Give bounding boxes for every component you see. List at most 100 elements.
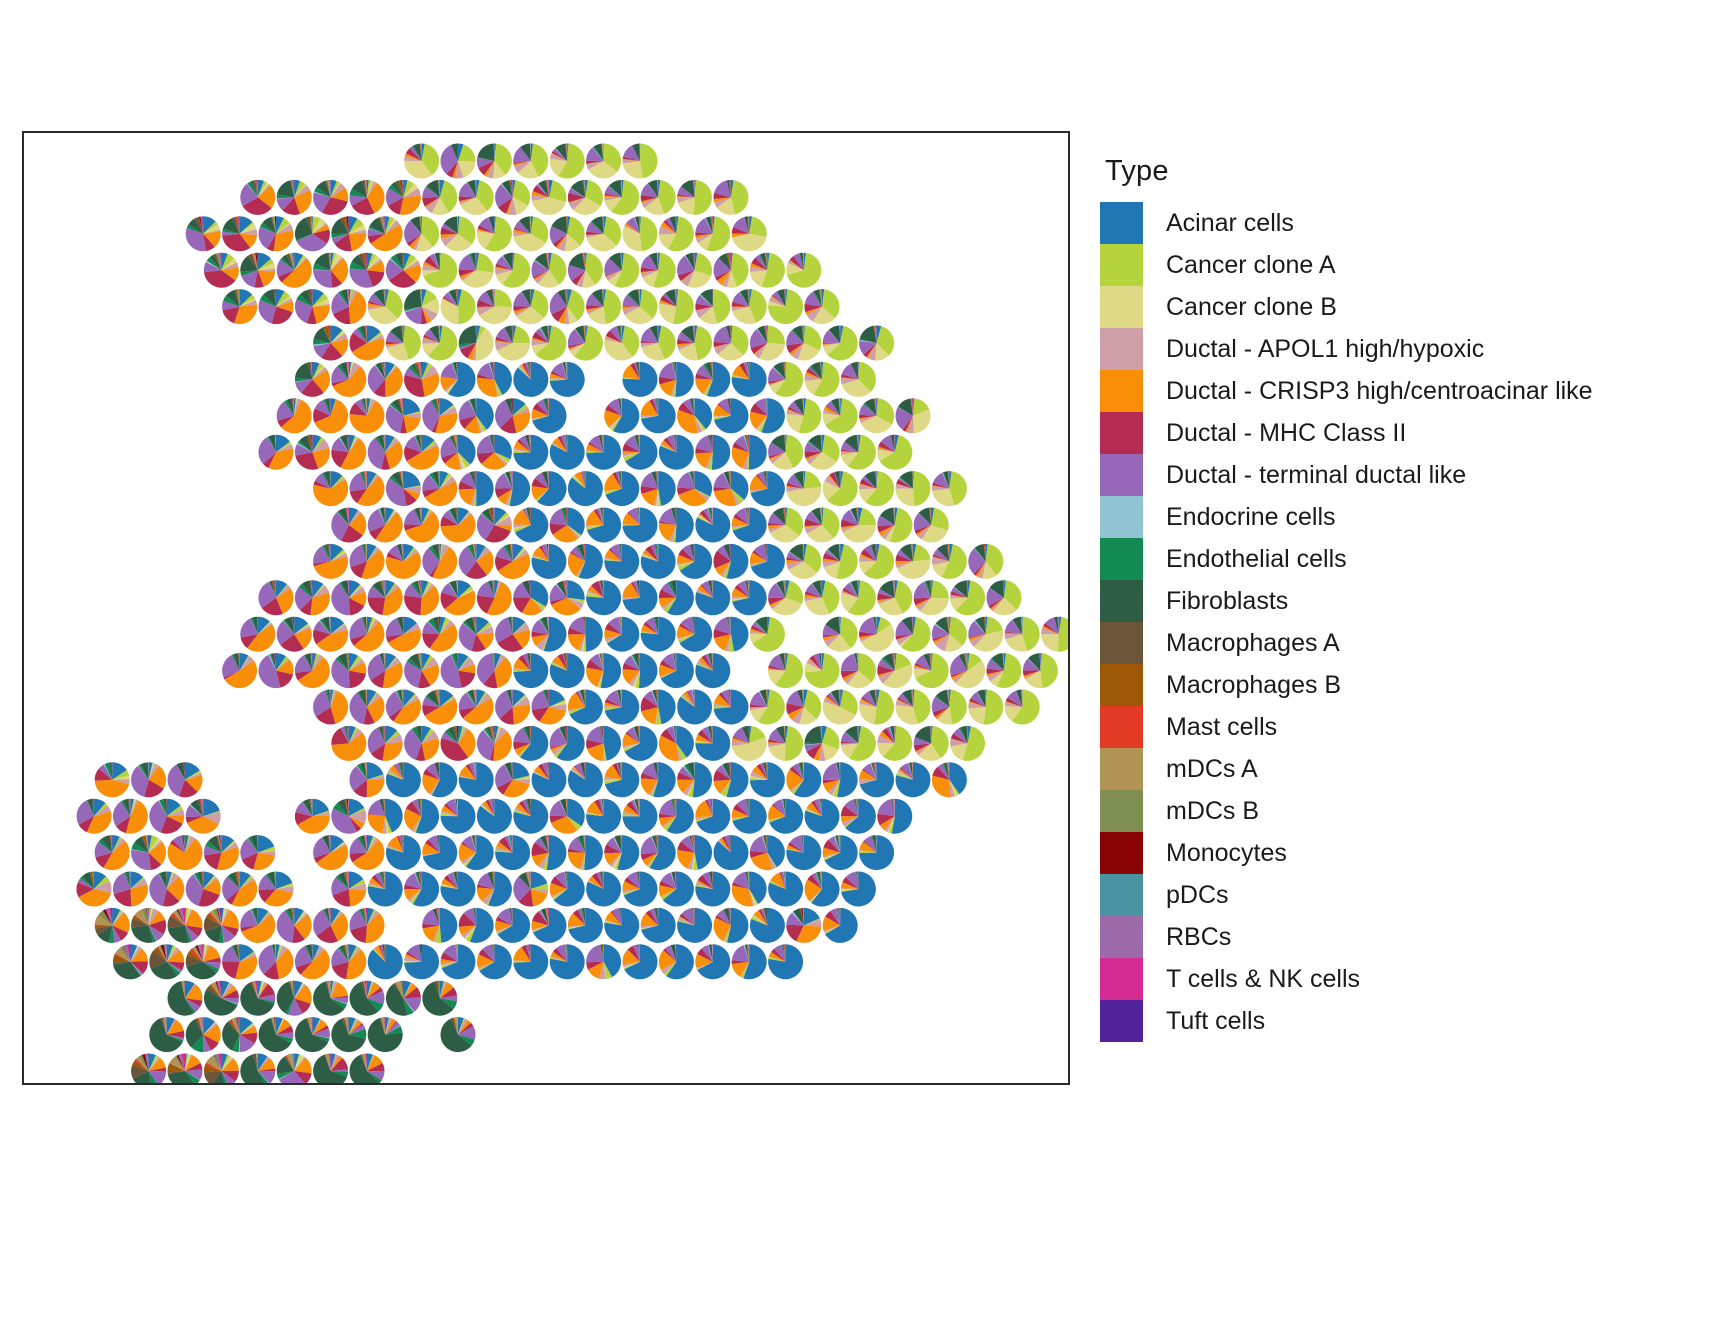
spot-pie[interactable] — [513, 507, 549, 543]
spot-pie[interactable] — [495, 471, 531, 507]
spot-pie[interactable] — [622, 289, 658, 325]
spot-pie[interactable] — [640, 325, 676, 361]
spot-pie[interactable] — [859, 325, 895, 361]
spot-pie[interactable] — [586, 725, 622, 761]
spot-pie[interactable] — [513, 434, 549, 470]
spot-pie[interactable] — [968, 543, 1004, 579]
spot-pie[interactable] — [258, 289, 294, 325]
spot-pie[interactable] — [677, 325, 713, 361]
spot-pie[interactable] — [549, 143, 585, 179]
spot-pie[interactable] — [931, 689, 967, 725]
spot-pie[interactable] — [331, 653, 367, 689]
spot-pie[interactable] — [404, 143, 440, 179]
spot-pie[interactable] — [768, 798, 804, 834]
spot-pie[interactable] — [713, 762, 749, 798]
spot-pie[interactable] — [567, 179, 603, 215]
spot-pie[interactable] — [440, 725, 476, 761]
spot-pie[interactable] — [586, 798, 622, 834]
spot-pie[interactable] — [112, 798, 148, 834]
spot-pie[interactable] — [513, 653, 549, 689]
spot-pie[interactable] — [458, 616, 494, 652]
spot-pie[interactable] — [458, 471, 494, 507]
spot-pie[interactable] — [385, 616, 421, 652]
spot-pie[interactable] — [768, 434, 804, 470]
spot-pie[interactable] — [331, 507, 367, 543]
spot-pie[interactable] — [240, 616, 276, 652]
spot-pie[interactable] — [531, 471, 567, 507]
spot-pie[interactable] — [531, 179, 567, 215]
spot-pie[interactable] — [440, 216, 476, 252]
spot-pie[interactable] — [476, 361, 512, 397]
spot-pie[interactable] — [313, 689, 349, 725]
spot-pie[interactable] — [786, 762, 822, 798]
spot-pie[interactable] — [294, 580, 330, 616]
spot-pie[interactable] — [950, 653, 986, 689]
spot-pie[interactable] — [731, 507, 767, 543]
spot-pie[interactable] — [695, 361, 731, 397]
spot-pie[interactable] — [458, 179, 494, 215]
spot-pie[interactable] — [677, 762, 713, 798]
spot-pie[interactable] — [276, 616, 312, 652]
spot-pie[interactable] — [76, 798, 112, 834]
spot-pie[interactable] — [149, 798, 185, 834]
spot-pie[interactable] — [586, 216, 622, 252]
spot-pie[interactable] — [94, 762, 130, 798]
spot-pie[interactable] — [622, 216, 658, 252]
spot-pie[interactable] — [586, 434, 622, 470]
spot-pie[interactable] — [331, 580, 367, 616]
spot-pie[interactable] — [695, 289, 731, 325]
spot-pie[interactable] — [604, 471, 640, 507]
spot-pie[interactable] — [367, 653, 403, 689]
spot-pie[interactable] — [495, 835, 531, 871]
spot-pie[interactable] — [913, 653, 949, 689]
spot-pie[interactable] — [331, 434, 367, 470]
spot-pie[interactable] — [640, 762, 676, 798]
spot-pie[interactable] — [385, 325, 421, 361]
spot-pie[interactable] — [786, 252, 822, 288]
spot-pie[interactable] — [349, 689, 385, 725]
spot-pie[interactable] — [877, 653, 913, 689]
spot-pie[interactable] — [367, 580, 403, 616]
spot-pie[interactable] — [476, 653, 512, 689]
spot-pie[interactable] — [203, 252, 239, 288]
spot-pie[interactable] — [604, 689, 640, 725]
spot-pie[interactable] — [731, 434, 767, 470]
spot-pie[interactable] — [458, 543, 494, 579]
spot-pie[interactable] — [476, 507, 512, 543]
spot-pie[interactable] — [640, 471, 676, 507]
spot-pie[interactable] — [658, 361, 694, 397]
spot-pie[interactable] — [658, 507, 694, 543]
spot-pie[interactable] — [367, 725, 403, 761]
spot-pie[interactable] — [422, 616, 458, 652]
spot-pie[interactable] — [294, 798, 330, 834]
spot-pie[interactable] — [367, 361, 403, 397]
spot-pie[interactable] — [895, 762, 931, 798]
spot-pie[interactable] — [567, 543, 603, 579]
spot-pie[interactable] — [640, 689, 676, 725]
spot-pie[interactable] — [749, 835, 785, 871]
spot-pie[interactable] — [713, 543, 749, 579]
spot-pie[interactable] — [877, 798, 913, 834]
spot-pie[interactable] — [622, 725, 658, 761]
spot-pie[interactable] — [258, 653, 294, 689]
spot-pie[interactable] — [804, 580, 840, 616]
spot-pie[interactable] — [768, 289, 804, 325]
spot-pie[interactable] — [549, 653, 585, 689]
spot-pie[interactable] — [658, 798, 694, 834]
spot-pie[interactable] — [822, 471, 858, 507]
spot-pie[interactable] — [549, 434, 585, 470]
spot-pie[interactable] — [458, 835, 494, 871]
spot-pie[interactable] — [677, 252, 713, 288]
spot-pie[interactable] — [476, 289, 512, 325]
spot-pie[interactable] — [695, 653, 731, 689]
spot-pie[interactable] — [549, 580, 585, 616]
spot-pie[interactable] — [749, 689, 785, 725]
spot-pie[interactable] — [622, 507, 658, 543]
spot-pie[interactable] — [968, 616, 1004, 652]
spot-pie[interactable] — [804, 361, 840, 397]
spot-pie[interactable] — [404, 798, 440, 834]
spot-pie[interactable] — [695, 725, 731, 761]
spot-pie[interactable] — [640, 543, 676, 579]
spot-pie[interactable] — [385, 835, 421, 871]
spot-pie[interactable] — [495, 689, 531, 725]
